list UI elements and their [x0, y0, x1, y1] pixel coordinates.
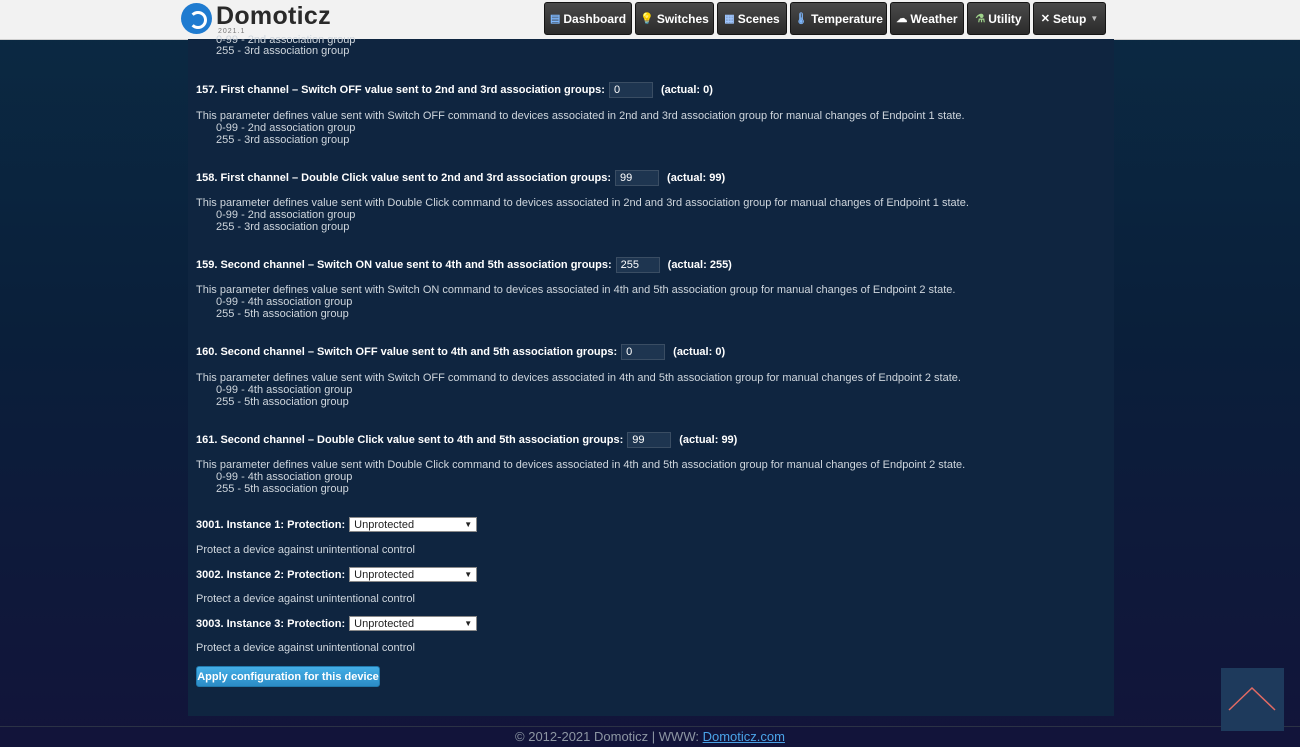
nav-scenes-button[interactable]: ▦ Scenes [717, 2, 787, 35]
param-158-desc: This parameter defines value sent with D… [196, 197, 969, 209]
nav-utility-button[interactable]: ⚗ Utility [967, 2, 1030, 35]
weather-icon: ☁ [896, 13, 908, 25]
protection-3002-row: 3002. Instance 2: Protection: Unprotecte… [196, 567, 478, 582]
param-160-input[interactable] [621, 344, 666, 360]
protection-label: 3002. Instance 2: Protection: [196, 568, 346, 581]
protection-3003-row: 3003. Instance 3: Protection: Unprotecte… [196, 616, 478, 631]
nav-label: Temperature [811, 11, 883, 26]
nav-label: Dashboard [563, 11, 627, 26]
nav-dashboard-button[interactable]: ▤ Dashboard [544, 2, 632, 35]
param-label: 159. Second channel – Switch ON value se… [196, 259, 612, 271]
param-157-input[interactable] [608, 82, 653, 98]
param-actual: (actual: 99) [679, 434, 738, 446]
param-158-opt-2: 255 - 3rd association group [216, 221, 350, 233]
thermometer-icon: 🌡 [794, 13, 809, 25]
param-label: 157. First channel – Switch OFF value se… [196, 84, 605, 96]
param-actual: (actual: 255) [667, 259, 732, 271]
chevron-down-icon: ▼ [464, 570, 473, 579]
param-actual: (actual: 99) [667, 172, 726, 184]
param-159-input[interactable] [615, 257, 660, 273]
footer: © 2012-2021 Domoticz | WWW: Domoticz.com [0, 727, 1300, 747]
param-158-row: 158. First channel – Double Click value … [196, 170, 725, 186]
wrench-icon: ✕ [1040, 13, 1050, 25]
protection-3003-select[interactable]: Unprotected ▼ [349, 616, 478, 631]
param-actual: (actual: 0) [660, 84, 713, 96]
footer-link[interactable]: Domoticz.com [703, 729, 785, 744]
protection-label: 3003. Instance 3: Protection: [196, 617, 346, 630]
protection-3002-select[interactable]: Unprotected ▼ [349, 567, 478, 582]
param-157-opt-2: 255 - 3rd association group [216, 134, 350, 146]
protection-label: 3001. Instance 1: Protection: [196, 518, 346, 531]
apply-configuration-button[interactable]: Apply configuration for this device [196, 666, 380, 687]
nav-setup-button[interactable]: ✕ Setup ▼ [1033, 2, 1106, 35]
param-159-opt-2: 255 - 5th association group [216, 308, 349, 320]
nav-label: Setup [1052, 11, 1087, 26]
protection-3001-row: 3001. Instance 1: Protection: Unprotecte… [196, 517, 478, 532]
chevron-up-icon [1228, 686, 1276, 711]
param-161-desc: This parameter defines value sent with D… [196, 459, 966, 471]
nav-switches-button[interactable]: 💡 Switches [635, 2, 714, 35]
top-navbar: Domoticz 2021.1 ▤ Dashboard 💡 Switches ▦… [0, 0, 1300, 40]
fragment-option-2: 255 - 3rd association group [216, 45, 350, 57]
param-159-opt-1: 0-99 - 4th association group [216, 296, 353, 308]
scroll-to-top-button[interactable] [1221, 668, 1284, 731]
footer-copyright: © 2012-2021 Domoticz | WWW: [515, 729, 703, 744]
param-157-row: 157. First channel – Switch OFF value se… [196, 82, 713, 98]
param-160-desc: This parameter defines value sent with S… [196, 372, 961, 384]
nav-weather-button[interactable]: ☁ Weather [890, 2, 964, 35]
nav-temperature-button[interactable]: 🌡 Temperature [790, 2, 887, 35]
app-name: Domoticz [216, 2, 331, 30]
param-161-input[interactable] [627, 432, 672, 448]
nav-label: Scenes [737, 11, 780, 26]
nav-label: Switches [656, 11, 709, 26]
select-value: Unprotected [354, 568, 415, 581]
nav-label: Weather [910, 11, 958, 26]
param-158-opt-1: 0-99 - 2nd association group [216, 209, 356, 221]
dashboard-icon: ▤ [549, 13, 561, 25]
param-159-desc: This parameter defines value sent with S… [196, 284, 956, 296]
protection-3001-select[interactable]: Unprotected ▼ [349, 517, 478, 532]
nav-label: Utility [988, 11, 1022, 26]
utility-icon: ⚗ [975, 13, 986, 25]
param-161-opt-2: 255 - 5th association group [216, 483, 349, 495]
param-158-input[interactable] [615, 170, 660, 186]
param-161-row: 161. Second channel – Double Click value… [196, 432, 737, 448]
param-160-row: 160. Second channel – Switch OFF value s… [196, 344, 725, 360]
param-160-opt-1: 0-99 - 4th association group [216, 384, 353, 396]
param-159-row: 159. Second channel – Switch ON value se… [196, 257, 732, 273]
param-label: 161. Second channel – Double Click value… [196, 434, 624, 446]
lightbulb-icon: 💡 [640, 13, 654, 25]
select-value: Unprotected [354, 518, 415, 531]
domoticz-logo-icon [181, 3, 212, 34]
scenes-icon: ▦ [724, 13, 735, 25]
protection-3003-desc: Protect a device against unintentional c… [196, 642, 415, 654]
protection-3001-desc: Protect a device against unintentional c… [196, 544, 415, 556]
protection-3002-desc: Protect a device against unintentional c… [196, 593, 415, 605]
chevron-down-icon: ▼ [464, 520, 473, 529]
chevron-down-icon: ▼ [1090, 14, 1099, 23]
param-161-opt-1: 0-99 - 4th association group [216, 471, 353, 483]
param-157-opt-1: 0-99 - 2nd association group [216, 122, 356, 134]
param-actual: (actual: 0) [673, 346, 726, 358]
param-160-opt-2: 255 - 5th association group [216, 396, 349, 408]
param-label: 158. First channel – Double Click value … [196, 172, 612, 184]
param-label: 160. Second channel – Switch OFF value s… [196, 346, 618, 358]
chevron-down-icon: ▼ [464, 619, 473, 628]
param-157-desc: This parameter defines value sent with S… [196, 110, 965, 122]
select-value: Unprotected [354, 617, 415, 630]
